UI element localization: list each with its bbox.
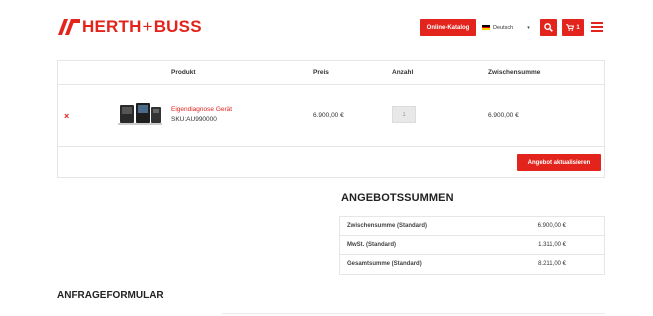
- totals-value: 1.311,00 €: [538, 242, 566, 248]
- cart-actions: Angebot aktualisieren: [58, 147, 604, 177]
- product-name-link[interactable]: Eigendiagnose Gerät: [171, 106, 232, 113]
- totals-label: Gesamtsumme (Standard): [347, 261, 422, 267]
- quote-totals-title: ANGEBOTSSUMMEN: [341, 192, 454, 204]
- search-icon: [544, 23, 553, 32]
- remove-item-icon[interactable]: ×: [64, 111, 69, 121]
- cart-table-header: Produkt Preis Anzahl Zwischensumme: [58, 61, 604, 85]
- hamburger-menu-icon[interactable]: [591, 21, 603, 33]
- language-selector[interactable]: Deutsch ▾: [482, 19, 530, 36]
- product-thumbnail[interactable]: [118, 101, 162, 127]
- cart-count: 1: [576, 24, 580, 31]
- cart-item-row: × Eigendiagnose Gerät SKU:AU990000 6.900…: [58, 85, 604, 147]
- german-flag-icon: [482, 25, 490, 31]
- brand-name-right: BUSS: [153, 17, 202, 36]
- update-quote-button[interactable]: Angebot aktualisieren: [517, 154, 601, 171]
- cart-icon: [566, 24, 575, 31]
- search-button[interactable]: [540, 19, 557, 36]
- column-price: Preis: [313, 69, 329, 76]
- caret-down-icon: ▾: [527, 24, 530, 31]
- totals-value: 8.211,00 €: [538, 261, 566, 267]
- site-header: HERTH+BUSS Online-Katalog Deutsch ▾ 1: [0, 0, 653, 56]
- totals-row: Zwischensumme (Standard) 6.900,00 €: [340, 217, 604, 236]
- cart-button[interactable]: 1: [562, 19, 584, 36]
- cart-table: Produkt Preis Anzahl Zwischensumme × Eig…: [57, 60, 605, 178]
- quote-totals-table: Zwischensumme (Standard) 6.900,00 € MwSt…: [339, 216, 605, 275]
- brand-name-left: HERTH: [82, 17, 142, 36]
- logo-slash-icon: [58, 19, 80, 35]
- column-subtotal: Zwischensumme: [488, 69, 541, 76]
- section-divider: [222, 313, 605, 314]
- product-subtotal: 6.900,00 €: [488, 112, 519, 119]
- totals-label: MwSt. (Standard): [347, 242, 396, 248]
- totals-row: MwSt. (Standard) 1.311,00 €: [340, 236, 604, 255]
- totals-value: 6.900,00 €: [537, 223, 566, 229]
- brand-plus: +: [142, 17, 153, 36]
- column-quantity: Anzahl: [392, 69, 414, 76]
- inquiry-form-title: ANFRAGEFORMULAR: [57, 290, 164, 301]
- totals-label: Zwischensumme (Standard): [347, 223, 428, 229]
- brand-logo[interactable]: HERTH+BUSS: [58, 17, 202, 37]
- product-sku: SKU:AU990000: [171, 116, 217, 123]
- online-catalog-button[interactable]: Online-Katalog: [420, 19, 476, 36]
- language-label: Deutsch: [493, 24, 514, 31]
- totals-row: Gesamtsumme (Standard) 8.211,00 €: [340, 255, 604, 274]
- brand-name: HERTH+BUSS: [82, 17, 202, 37]
- product-price: 6.900,00 €: [313, 112, 344, 119]
- quantity-input[interactable]: [392, 106, 416, 123]
- column-product: Produkt: [171, 69, 196, 76]
